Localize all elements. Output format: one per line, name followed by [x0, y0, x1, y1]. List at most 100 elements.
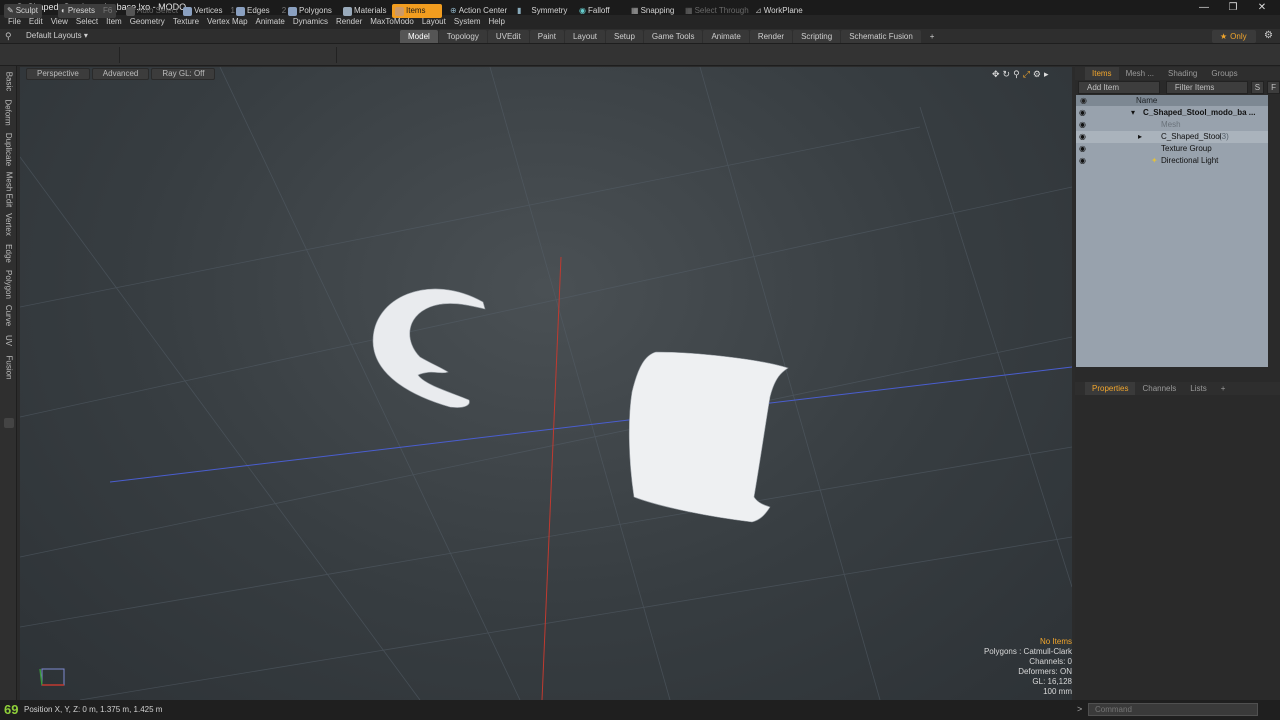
sculpt-button[interactable]: ✎ Sculpt: [4, 4, 42, 18]
eye-icon[interactable]: ◉: [1079, 119, 1086, 131]
materials-button[interactable]: Materials: [340, 4, 390, 18]
tab-shading[interactable]: Shading: [1161, 67, 1204, 80]
eye-icon[interactable]: ◉: [1079, 131, 1086, 143]
select-through-button[interactable]: ▦ Select Through: [682, 4, 753, 18]
tree-row-scene[interactable]: ◉ ▾ C_Shaped_Stool_modo_ba ...: [1076, 107, 1268, 119]
action-center-button[interactable]: ⊕ Action Center: [447, 4, 511, 18]
tab-schematic-fusion[interactable]: Schematic Fusion: [841, 30, 921, 43]
items-button[interactable]: Items: [392, 4, 442, 18]
tab-layout[interactable]: Layout: [564, 30, 605, 43]
layout-preset-dropdown[interactable]: Default Layouts ▾: [26, 31, 88, 40]
tab-groups[interactable]: Groups: [1204, 67, 1244, 80]
polygons-icon: [288, 6, 297, 16]
tree-row-directional-light[interactable]: ◉ ✦ Directional Light: [1076, 155, 1268, 167]
workplane-button[interactable]: ⊿ WorkPlane: [752, 4, 807, 18]
tab-scripting[interactable]: Scripting: [793, 30, 841, 43]
advanced-button[interactable]: Advanced: [91, 68, 150, 80]
perspective-button[interactable]: Perspective: [26, 68, 90, 80]
vtab-edge[interactable]: Edge: [0, 240, 17, 266]
name-column-header[interactable]: Name: [1136, 95, 1157, 106]
tab-setup[interactable]: Setup: [606, 30, 643, 43]
eye-icon[interactable]: ◉: [1079, 107, 1086, 119]
fit-icon[interactable]: ⤢: [1023, 69, 1030, 80]
viewport-scene: [20, 67, 1072, 700]
selection-status: No Items: [1039, 637, 1072, 646]
minimize-button[interactable]: —: [1189, 0, 1219, 15]
viewport-arrow-icon[interactable]: ▸: [1044, 69, 1049, 80]
edges-button[interactable]: Edges 2: [233, 4, 290, 18]
auto-select-button[interactable]: Auto Select: [123, 4, 182, 18]
presets-button[interactable]: ◐ Presets F6: [58, 4, 117, 18]
layout-pin-icon[interactable]: ⚲: [5, 31, 12, 42]
divider: [336, 47, 337, 63]
brush-icon: ✎: [7, 6, 14, 15]
tab-game-tools[interactable]: Game Tools: [643, 30, 703, 43]
raygl-button[interactable]: Ray GL: Off: [151, 68, 216, 80]
tab-properties[interactable]: Properties: [1085, 382, 1136, 395]
tree-row-c-shaped-stool[interactable]: ◉ ▸ C_Shaped_Stool (3): [1076, 131, 1268, 143]
tab-topology[interactable]: Topology: [438, 30, 487, 43]
vtab-deform[interactable]: Deform: [0, 96, 17, 128]
falloff-button[interactable]: ◉ Falloff: [576, 4, 614, 18]
snapping-button[interactable]: ▦ Snapping: [628, 4, 678, 18]
visibility-header-icon: ◉: [1080, 96, 1087, 105]
c-stool-large: [628, 351, 789, 523]
vtab-polygon[interactable]: Polygon: [0, 268, 17, 300]
command-input[interactable]: [1088, 703, 1258, 716]
add-panel-tab[interactable]: +: [1214, 382, 1233, 395]
viewport-header: Perspective Advanced Ray GL: Off: [20, 68, 216, 80]
auto-select-icon: [126, 6, 135, 16]
materials-icon: [343, 6, 352, 16]
expand-icon[interactable]: ▾: [1131, 107, 1135, 119]
expand-icon[interactable]: ▸: [1138, 131, 1142, 143]
vertices-button[interactable]: Vertices 1: [180, 4, 239, 18]
tab-items[interactable]: Items: [1085, 67, 1119, 80]
tab-channels[interactable]: Channels: [1135, 382, 1183, 395]
vtab-fusion[interactable]: Fusion: [0, 352, 17, 382]
tree-row-mesh[interactable]: ◉ Mesh: [1076, 119, 1268, 131]
fps-counter: 69: [4, 702, 19, 717]
eye-icon[interactable]: ◉: [1079, 143, 1086, 155]
viewport-settings-icon[interactable]: ⚙: [1033, 69, 1041, 80]
vtab-mesh-edit[interactable]: Mesh Edit: [0, 170, 17, 208]
tab-render[interactable]: Render: [749, 30, 793, 43]
tab-paint[interactable]: Paint: [529, 30, 564, 43]
maximize-button[interactable]: ❐: [1218, 0, 1248, 15]
vtab-basic[interactable]: Basic: [0, 68, 17, 94]
panel-toggle-button[interactable]: [4, 418, 14, 428]
tab-lists[interactable]: Lists: [1183, 382, 1213, 395]
tab-animate[interactable]: Animate: [703, 30, 749, 43]
zoom-icon[interactable]: ⚲: [1013, 69, 1020, 80]
eye-icon[interactable]: ◉: [1079, 155, 1086, 167]
symmetry-button[interactable]: ▮ Symmetry: [514, 4, 571, 18]
tree-header: ◉ Name: [1076, 95, 1268, 106]
close-button[interactable]: ✕: [1247, 0, 1277, 15]
viewport-nav-icons: ✥ ↻ ⚲ ⤢ ⚙ ▸: [992, 69, 1049, 80]
only-toggle[interactable]: ★ Only: [1212, 30, 1256, 43]
light-icon: ✦: [1151, 156, 1158, 165]
vtab-curve[interactable]: Curve: [0, 302, 17, 328]
tab-mesh[interactable]: Mesh ...: [1119, 67, 1161, 80]
command-prompt-icon: >: [1077, 704, 1083, 714]
tab-uvedit[interactable]: UVEdit: [487, 30, 529, 43]
properties-tabs: Properties Channels Lists +: [1075, 382, 1280, 395]
star-icon: ★: [1220, 32, 1228, 41]
rotate-icon[interactable]: ↻: [1003, 69, 1011, 80]
add-tab-button[interactable]: +: [922, 30, 943, 43]
vtab-duplicate[interactable]: Duplicate: [0, 130, 17, 168]
tab-model[interactable]: Model: [400, 30, 438, 43]
filter-items-button[interactable]: Filter Items: [1165, 81, 1248, 94]
f-button[interactable]: F: [1267, 81, 1280, 94]
3d-viewport[interactable]: [20, 67, 1072, 700]
tree-row-texture-group[interactable]: ◉ Texture Group: [1076, 143, 1268, 155]
grid-scale: 100 mm: [1043, 687, 1072, 696]
vtab-uv[interactable]: UV: [0, 330, 17, 350]
s-button[interactable]: S: [1250, 81, 1265, 94]
gear-icon[interactable]: ⚙: [1264, 30, 1273, 41]
select-through-icon: ▦: [685, 6, 693, 15]
add-item-button[interactable]: Add Item: [1078, 81, 1160, 94]
pan-icon[interactable]: ✥: [992, 69, 1000, 80]
toolbar: [0, 44, 1280, 66]
vtab-vertex[interactable]: Vertex: [0, 210, 17, 238]
polygons-button[interactable]: Polygons: [285, 4, 336, 18]
